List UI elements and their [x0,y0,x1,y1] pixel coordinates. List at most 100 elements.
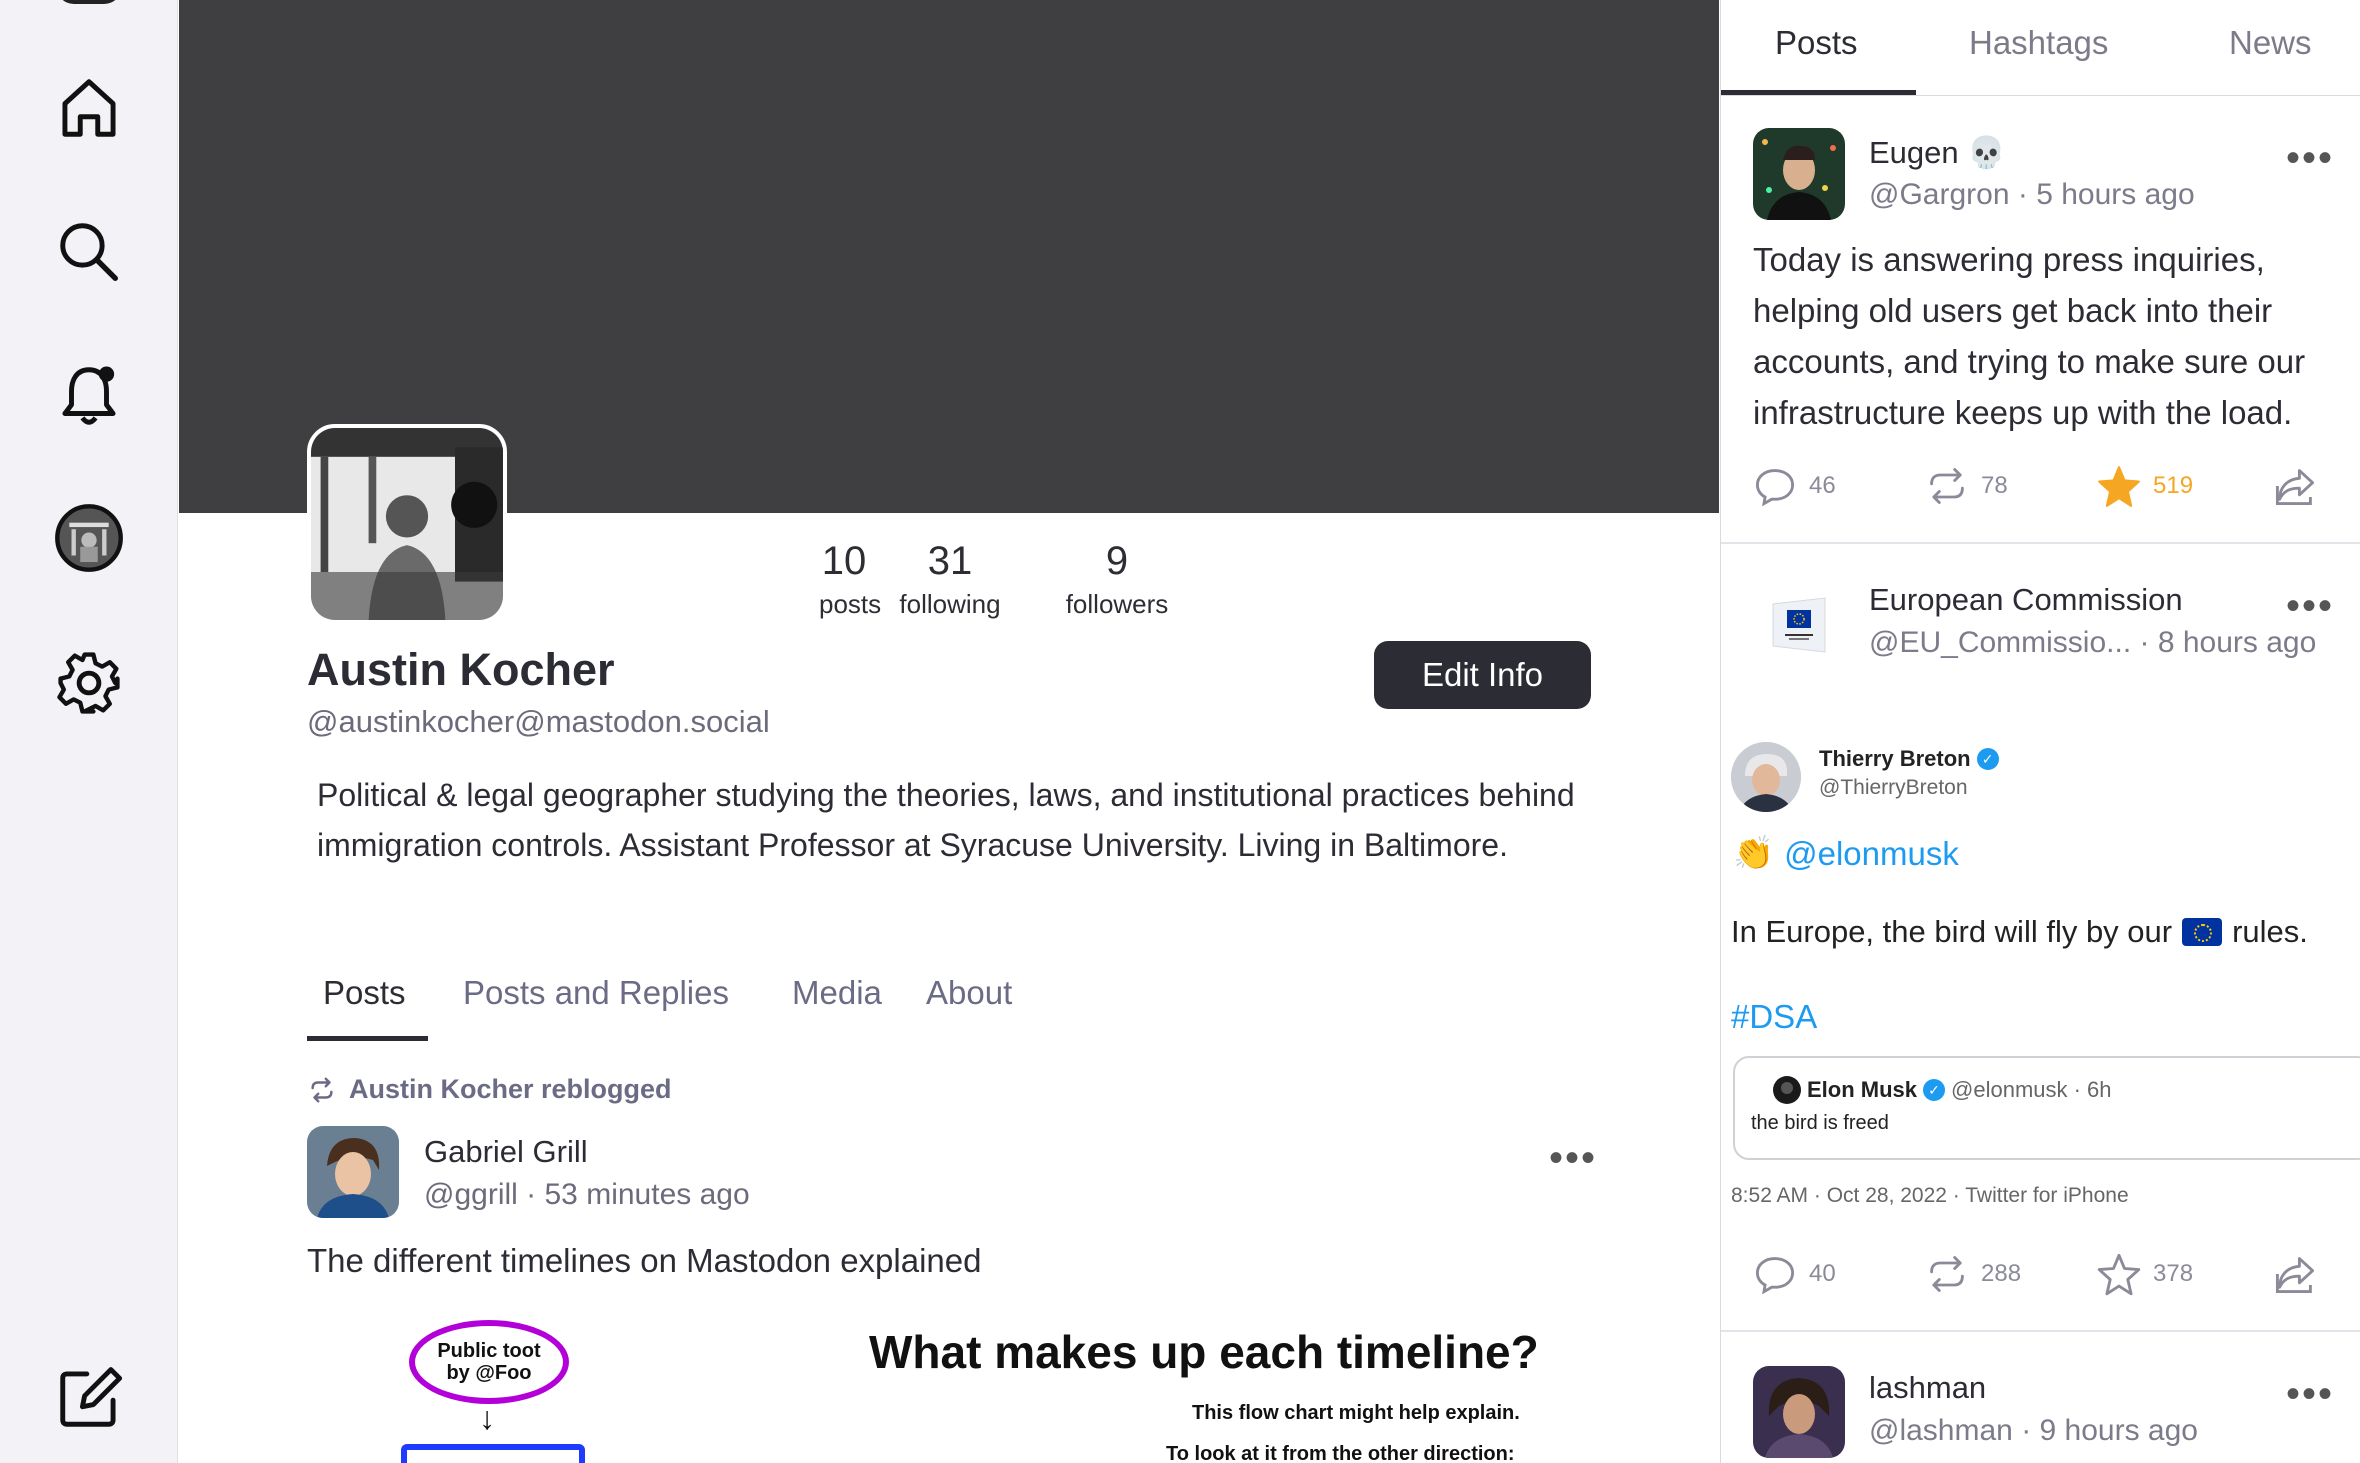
embed-footer: 8:52 AM · Oct 28, 2022 · Twitter for iPh… [1731,1184,2129,1207]
compose-button[interactable] [49,1358,129,1438]
notifications-button[interactable] [49,356,129,436]
post-3-more-button[interactable]: ••• [2286,1372,2334,1417]
post-3-author-name[interactable]: lashman [1869,1370,1986,1406]
embed-text: In Europe, the bird will fly by our rule… [1731,914,2308,950]
explore-panel: Posts Hashtags News Eugen 💀 @Gargron · 5… [1720,0,2360,1463]
stat-following[interactable]: 31 following [889,535,1011,621]
reply-icon [1755,469,1795,507]
post-3-author-handle[interactable]: @lashman [1869,1414,2013,1447]
post-author-name[interactable]: Gabriel Grill [424,1134,588,1170]
post-2-reply-count: 40 [1809,1260,1836,1287]
search-button[interactable] [49,212,129,292]
post-1-text: Today is answering press inquiries, help… [1753,241,2306,431]
thierry-avatar-image [1731,742,1801,812]
settings-button[interactable] [49,643,129,723]
gabriel-avatar-image [307,1126,399,1218]
flowchart-bubble-line2: by @Foo [446,1362,532,1384]
post-more-button[interactable]: ••• [1549,1136,1597,1181]
profile-photo [311,428,503,620]
embed-thierry-handle: @ThierryBreton [1819,776,1968,799]
post-1-favourite-count: 519 [2153,472,2194,499]
flowchart-bubble-line1: Public toot [437,1340,541,1362]
profile-bio: Political & legal geographer studying th… [317,777,1575,863]
notifications-bell-icon [62,366,116,425]
post-author-avatar[interactable] [307,1126,399,1218]
search-icon [60,223,118,281]
profile-avatar[interactable] [307,424,507,624]
star-outline-icon [2097,1253,2141,1296]
post-2-author-handle[interactable]: @EU_Commissio... [1869,626,2131,659]
embed-quote-name: Elon Musk [1807,1077,1918,1102]
verified-badge-icon: ✓ [1976,748,1999,770]
post-2-author-name[interactable]: European Commission [1869,582,2183,618]
lashman-avatar[interactable] [1753,1366,1845,1458]
sidebar-top-edge [56,0,122,4]
sidebar [0,0,178,1463]
flowchart-subtitle-2: To look at it from the other direction: [1166,1443,1515,1463]
profile-display-name: Austin Kocher [307,644,615,695]
post-2-boost-button[interactable]: 288 [1925,1252,2021,1296]
stat-posts-label: posts [819,589,882,619]
embed-text-before: In Europe, the bird will fly by our [1731,914,2173,949]
post-1-favourite-button[interactable]: 519 [2097,464,2193,508]
post-2-favourite-button[interactable]: 378 [2097,1252,2193,1296]
post-1-author-handle[interactable]: @Gargron [1869,178,2010,211]
tab-posts-and-replies[interactable]: Posts and Replies [463,974,729,1012]
post-1-time: 5 hours ago [2036,178,2195,211]
post-1-author-name[interactable]: Eugen 💀 [1869,134,2006,171]
embed-quote-text: the bird is freed [1751,1112,1889,1134]
stat-followers[interactable]: 9 followers [1047,535,1187,621]
post-1-reply-count: 46 [1809,472,1836,499]
flowchart-arrow-icon: ↓ [479,1400,495,1436]
tab-explore-posts[interactable]: Posts [1775,24,1858,62]
post-1-author-emoji: 💀 [1967,135,2006,170]
embed-thierry-name: Thierry Breton ✓ [1819,746,1999,772]
reblog-text: Austin Kocher reblogged [349,1074,672,1104]
post-2-meta: @EU_Commissio... · 8 hours ago [1869,626,2317,659]
settings-gear-icon [57,652,120,714]
post-2-favourite-count: 378 [2153,1260,2194,1287]
post-1-boost-count: 78 [1981,472,2008,499]
home-icon [62,79,116,137]
home-button[interactable] [49,68,129,148]
embed-mention: @elonmusk [1784,834,1959,872]
explore-tabs: Posts Hashtags News [1721,0,2360,96]
tab-explore-news[interactable]: News [2229,24,2312,62]
tab-explore-hashtags[interactable]: Hashtags [1969,24,2108,62]
profile-button[interactable] [49,498,129,578]
tab-about[interactable]: About [926,974,1012,1012]
post-meta-separator: · [526,1178,537,1211]
profile-column: 10 posts 31 following 9 followers Edit I… [179,0,1719,1463]
profile-handle: @austinkocher@mastodon.social [307,704,770,739]
embed-quoted-tweet [1733,1056,2360,1160]
stat-following-value: 31 [927,539,973,583]
post-1-share-button[interactable] [2273,464,2317,508]
post-divider [1721,542,2360,544]
star-filled-icon [2098,466,2140,507]
post-3-meta: @lashman · 9 hours ago [1869,1414,2198,1447]
post-time: 53 minutes ago [544,1178,750,1211]
share-icon [2275,1257,2315,1294]
edit-info-button[interactable]: Edit Info [1374,641,1591,709]
post-1-meta: @Gargron · 5 hours ago [1869,178,2195,211]
post-1-reply-button[interactable]: 46 [1753,464,1836,508]
embed-quote-meta: @elonmusk · 6h [1951,1077,2112,1102]
elon-avatar-icon [1773,1076,1801,1104]
stat-posts-value: 10 [821,539,867,583]
stat-posts[interactable]: 10 posts [819,535,882,621]
flowchart-title: What makes up each timeline? [869,1326,1539,1378]
reblog-indicator: Austin Kocher reblogged [307,1074,672,1105]
tab-media[interactable]: Media [792,974,882,1012]
eugen-avatar[interactable] [1753,128,1845,220]
embed-quote-header: Elon Musk ✓ @elonmusk · 6h [1773,1076,2112,1104]
profile-avatar-icon [55,504,123,572]
post-2-reply-button[interactable]: 40 [1753,1252,1836,1296]
post-2-more-button[interactable]: ••• [2286,584,2334,629]
embed-mention-line: 👏 @elonmusk [1733,834,1959,873]
tab-posts[interactable]: Posts [323,974,406,1012]
post-1-boost-button[interactable]: 78 [1925,464,2008,508]
post-2-share-button[interactable] [2273,1252,2317,1296]
post-author-handle[interactable]: @ggrill [424,1178,518,1211]
eu-commission-avatar[interactable] [1753,580,1845,672]
post-1-more-button[interactable]: ••• [2286,136,2334,181]
